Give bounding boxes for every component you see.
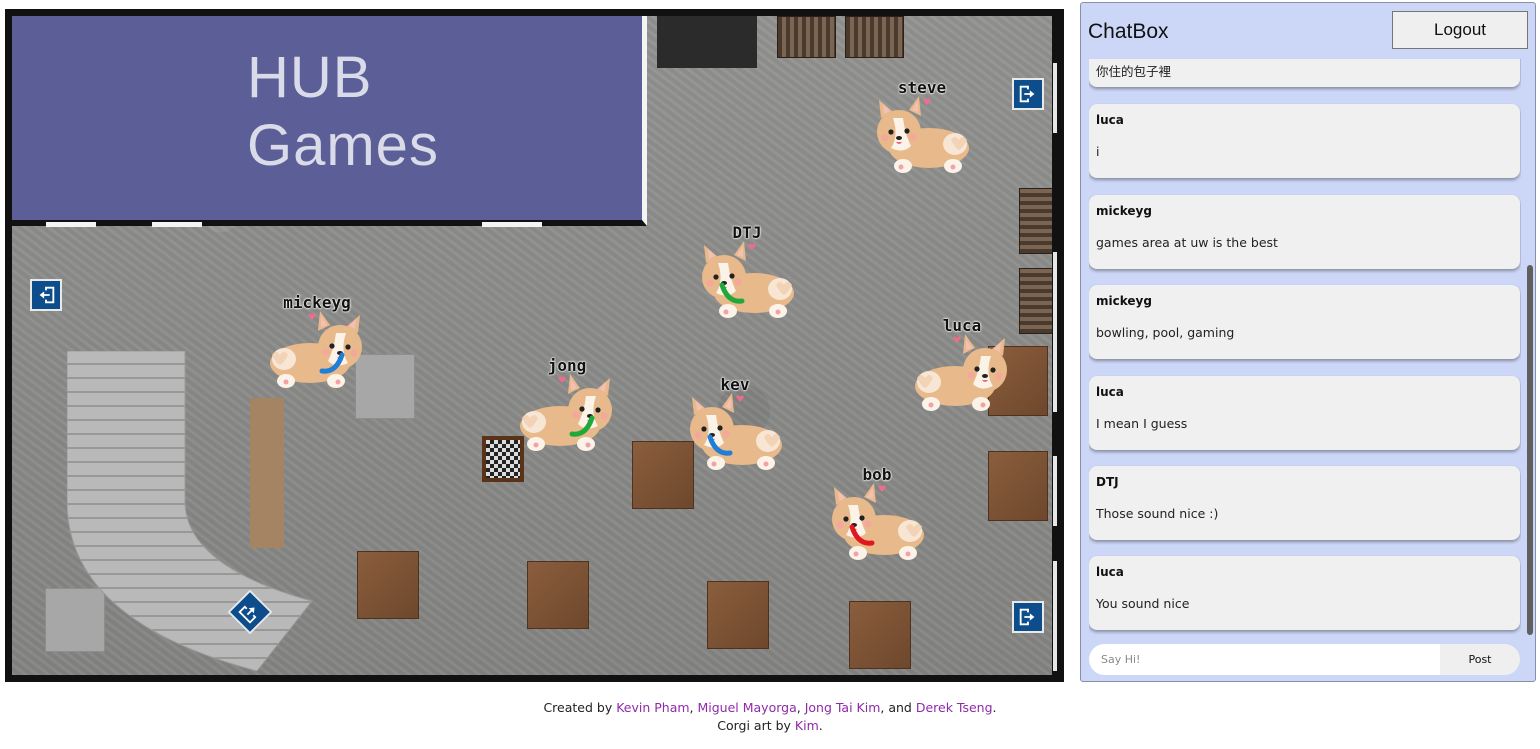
message-username: mickeyg (1096, 204, 1152, 218)
hub-title-line1: HUB (247, 45, 373, 110)
chat-message: luca You sound nice (1089, 556, 1520, 630)
separator: . (992, 700, 997, 715)
message-username: mickeyg (1096, 294, 1152, 308)
chat-message: luca I mean I guess (1089, 376, 1520, 450)
east-door (1053, 561, 1057, 671)
corgi-avatar[interactable] (680, 393, 790, 473)
logout-button[interactable]: Logout (1392, 11, 1528, 49)
chat-message: mickeyg bowling, pool, gaming (1089, 285, 1520, 359)
art-credit-line: Corgi art by Kim. (0, 718, 1540, 733)
corgi-avatar[interactable] (907, 334, 1017, 414)
exit-icon[interactable] (1012, 601, 1044, 633)
chat-message: mickeyg games area at uw is the best (1089, 195, 1520, 269)
corgi-avatar[interactable] (262, 311, 372, 391)
hub-doorway (152, 222, 202, 227)
west-door (5, 248, 10, 338)
message-text: Those sound nice :) (1096, 506, 1219, 521)
message-username: luca (1096, 565, 1124, 579)
staircase (67, 351, 313, 671)
player-name-label: jong (547, 356, 587, 375)
separator: , (796, 700, 805, 715)
crate (777, 16, 836, 58)
player-name-label: DTJ (732, 223, 762, 242)
author-link[interactable]: Jong Tai Kim (805, 700, 881, 715)
art-credit-prefix: Corgi art by (717, 718, 795, 733)
author-link[interactable]: Derek Tseng (916, 700, 993, 715)
counter (657, 16, 757, 68)
player-name-label: kev (720, 375, 750, 394)
east-door (1053, 63, 1057, 133)
player-name-label: luca (942, 316, 982, 335)
chatbox-panel: ChatBox Logout 你住的包子裡 luca i mickeyg games … (1080, 2, 1536, 682)
chat-message: DTJ Those sound nice :) (1089, 466, 1520, 540)
artist-link[interactable]: Kim (795, 718, 819, 733)
table (988, 451, 1048, 521)
table (527, 561, 589, 629)
message-username: DTJ (1096, 475, 1119, 489)
message-username: luca (1096, 113, 1124, 127)
separator: . (818, 718, 823, 733)
message-text: bowling, pool, gaming (1096, 325, 1235, 340)
message-text: I mean I guess (1096, 416, 1188, 431)
east-door (1053, 456, 1057, 526)
east-door (1053, 252, 1057, 412)
player-name-label: steve (897, 78, 947, 97)
hub-games-area: HUB Games (12, 16, 647, 226)
corgi-avatar[interactable] (692, 241, 802, 321)
message-text: You sound nice (1096, 596, 1190, 611)
hub-doorway (482, 222, 542, 227)
chat-message-input[interactable] (1089, 644, 1441, 675)
separator: , and (880, 700, 916, 715)
table (357, 551, 419, 619)
scrollbar-thumb[interactable] (1527, 265, 1533, 635)
exit-icon[interactable] (30, 279, 62, 311)
chat-message: luca i (1089, 104, 1520, 178)
author-link[interactable]: Kevin Pham (616, 700, 689, 715)
message-list[interactable]: 你住的包子裡 luca i mickeyg games area at uw is t… (1089, 59, 1521, 635)
table (849, 601, 911, 669)
chatbox-title: ChatBox (1088, 20, 1169, 43)
message-text: games area at uw is the best (1096, 235, 1278, 250)
author-link[interactable]: Miguel Mayorga (697, 700, 796, 715)
corgi-avatar[interactable] (822, 483, 932, 563)
hub-doorway (46, 222, 96, 227)
game-map[interactable]: HUB Games steve DTJ mickeyg luca jong ke… (5, 9, 1064, 682)
post-button[interactable]: Post (1440, 644, 1520, 675)
hub-title-line2: Games (247, 113, 439, 178)
chat-scrollbar[interactable] (1527, 59, 1534, 635)
message-username: luca (1096, 385, 1124, 399)
table (707, 581, 769, 649)
message-text: 你住的包子裡 (1096, 64, 1172, 79)
credits-prefix: Created by (543, 700, 617, 715)
chat-message: 你住的包子裡 (1089, 59, 1520, 87)
crate (845, 16, 904, 58)
player-name-label: mickeyg (283, 293, 351, 312)
exit-icon[interactable] (1012, 78, 1044, 110)
hub-games-title: HUB Games (247, 44, 439, 180)
credits-line: Created by Kevin Pham, Miguel Mayorga, J… (0, 700, 1540, 715)
message-text: i (1096, 144, 1100, 159)
player-name-label: bob (862, 465, 892, 484)
corgi-avatar[interactable] (512, 374, 622, 454)
corgi-avatar[interactable] (867, 96, 977, 176)
